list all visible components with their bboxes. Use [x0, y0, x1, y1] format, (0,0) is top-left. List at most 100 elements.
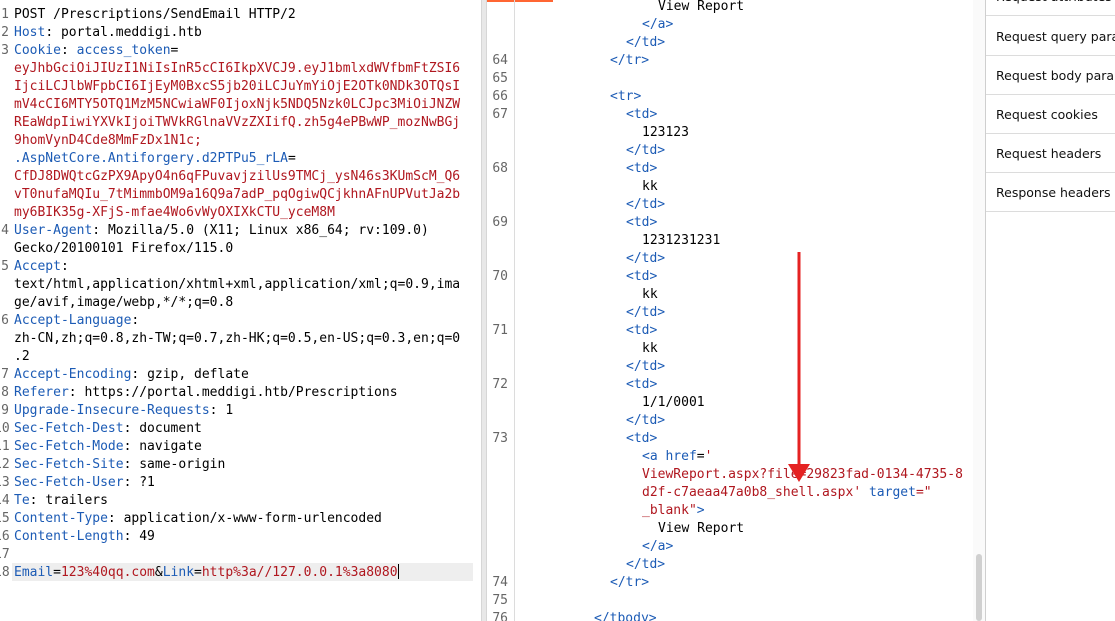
header-continuation: zh-CN,zh;q=0.8,zh-TW;q=0.7,zh-HK;q=0.5,e…: [14, 331, 461, 346]
header-sec-fetch-mode: Sec-Fetch-Mode: navigate: [14, 439, 202, 454]
line-number: 67: [492, 107, 508, 122]
inspector-item-body-params[interactable]: Request body param: [986, 57, 1115, 95]
response-scrollbar[interactable]: [973, 0, 985, 621]
line-number: 76: [492, 611, 508, 621]
line-number: 9: [1, 403, 9, 418]
tr-open-tag: <tr>: [610, 89, 642, 104]
header-user-agent: User-Agent: Mozilla/5.0 (X11; Linux x86_…: [14, 223, 429, 238]
header-cookie: Cookie: access_token=: [14, 43, 179, 58]
td-close-tag: </td>: [626, 359, 666, 374]
header-content-type: Content-Type: application/x-www-form-url…: [14, 511, 382, 526]
response-viewer[interactable]: 64 65 66 67 68 69 70 71 72 73 74 75 76 V…: [487, 0, 985, 621]
line-number: 5: [1, 259, 9, 274]
td-close-tag: </td>: [626, 557, 666, 572]
td-close-tag: </td>: [626, 143, 666, 158]
header-sec-fetch-user: Sec-Fetch-User: ?1: [14, 475, 155, 490]
line-number: 66: [492, 89, 508, 104]
cookie-antiforgery-name: .AspNetCore.Antiforgery.d2PTPu5_rLA=: [14, 151, 296, 166]
header-continuation: ge/avif,image/webp,*/*;q=0.8: [14, 295, 234, 310]
line-number: 3: [1, 43, 9, 58]
line-number: 13: [0, 475, 10, 490]
line-number: 1: [1, 7, 9, 22]
cookie-value: mV4cCI6MTY5OTQ1MzM5NCwiaWF0IjoxNjk5NDQ5N…: [14, 97, 461, 112]
a-close-tag: </a>: [642, 17, 674, 32]
line-number: 4: [1, 223, 9, 238]
request-line: POST /Prescriptions/SendEmail HTTP/2: [14, 7, 296, 22]
inspector-panel: Request attributes Request query param R…: [985, 0, 1115, 621]
inspector-item-request-headers[interactable]: Request headers: [986, 135, 1115, 173]
header-accept: Accept:: [14, 259, 69, 274]
request-body[interactable]: Email=123%40qq.com&Link=http%3a//127.0.0…: [14, 564, 399, 582]
td-open-tag: <td>: [626, 377, 658, 392]
inspector-item-cookies[interactable]: Request cookies: [986, 96, 1115, 134]
cell-text: kk: [642, 179, 658, 194]
line-number: 11: [0, 439, 10, 454]
line-number: 10: [0, 421, 10, 436]
header-accept-language: Accept-Language:: [14, 313, 140, 328]
header-continuation: Gecko/20100101 Firefox/115.0: [14, 241, 234, 256]
scrollbar-thumb[interactable]: [976, 554, 982, 621]
header-accept-encoding: Accept-Encoding: gzip, deflate: [14, 367, 249, 382]
line-gutter: [514, 0, 515, 621]
text-caret: [397, 564, 399, 579]
cookie-value: my6BIK35g-XFjS-mfae4Wo6vWyOXIXkCTU_yceM8…: [14, 205, 335, 220]
anchor-open: <a href=': [642, 449, 713, 464]
line-number: 64: [492, 53, 508, 68]
header-te: Te: trailers: [14, 493, 108, 508]
td-close-tag: </td>: [626, 197, 666, 212]
td-close-tag: </td>: [626, 413, 666, 428]
line-number: 16: [0, 529, 10, 544]
tbody-close-tag: </tbody>: [594, 611, 657, 621]
line-number: 69: [492, 215, 508, 230]
header-host: Host: portal.meddigi.htb: [14, 25, 202, 40]
td-close-tag: </td>: [626, 305, 666, 320]
line-number: 8: [1, 385, 9, 400]
line-number: 70: [492, 269, 508, 284]
line-number: 72: [492, 377, 508, 392]
line-number: 74: [492, 575, 508, 590]
header-sec-fetch-site: Sec-Fetch-Site: same-origin: [14, 457, 226, 472]
request-editor[interactable]: 1 2 3 4 5 6 7 8 9 10 11 12 13 14 15 16 1…: [0, 0, 481, 621]
td-open-tag: <td>: [626, 323, 658, 338]
line-number: 14: [0, 493, 10, 508]
cookie-value: eyJhbGciOiJIUzI1NiIsInR5cCI6IkpXVCJ9.eyJ…: [14, 61, 461, 76]
href-value-cont: d2f-c7aeaa47a0b8_shell.aspx' target=": [642, 485, 932, 500]
cell-text: 1231231231: [642, 233, 721, 248]
line-number: 65: [492, 71, 508, 86]
link-text: View Report: [658, 0, 745, 14]
href-value: ViewReport.aspx?file=29823fad-0134-4735-…: [642, 467, 963, 482]
header-content-length: Content-Length: 49: [14, 529, 155, 544]
line-number: 18: [0, 565, 10, 580]
tr-close-tag: </tr>: [610, 53, 650, 68]
inspector-item-query-params[interactable]: Request query param: [986, 18, 1115, 56]
td-close-tag: </td>: [626, 251, 666, 266]
header-upgrade: Upgrade-Insecure-Requests: 1: [14, 403, 234, 418]
active-tab-indicator: [487, 0, 553, 2]
line-number: 12: [0, 457, 10, 472]
cell-text: 123123: [642, 125, 689, 140]
header-continuation: .2: [14, 349, 30, 364]
line-number: 15: [0, 511, 10, 526]
line-number: 7: [1, 367, 9, 382]
line-number: 71: [492, 323, 508, 338]
tr-close-tag: </tr>: [610, 575, 650, 590]
header-sec-fetch-dest: Sec-Fetch-Dest: document: [14, 421, 202, 436]
target-value: _blank">: [642, 503, 705, 518]
a-close-tag: </a>: [642, 539, 674, 554]
cell-text: kk: [642, 341, 658, 356]
line-number: 73: [492, 431, 508, 446]
cell-text: kk: [642, 287, 658, 302]
cookie-value: IjciLCJlbWFpbCI6IjEyM0BxcS5jb20iLCJuYmYi…: [14, 79, 461, 94]
cookie-value: 9homVynD4Cde8MmFzDx1N1c;: [14, 133, 202, 148]
td-open-tag: <td>: [626, 431, 658, 446]
td-close-tag: </td>: [626, 35, 666, 50]
line-number: 17: [0, 547, 10, 562]
inspector-item-response-headers[interactable]: Response headers: [986, 174, 1115, 212]
inspector-item-request-attributes[interactable]: Request attributes: [986, 0, 1115, 16]
cell-text: 1/1/0001: [642, 395, 705, 410]
cookie-value: REaWdpIiwiYXVkIjoiTWVkRGlnaVVzZXIifQ.zh5…: [14, 115, 461, 130]
cookie-value: CfDJ8DWQtcGzPX9ApyO4n6qFPuvavjzilUs9TMCj…: [14, 169, 461, 184]
td-open-tag: <td>: [626, 161, 658, 176]
line-number: 75: [492, 593, 508, 608]
line-number: 2: [1, 25, 9, 40]
